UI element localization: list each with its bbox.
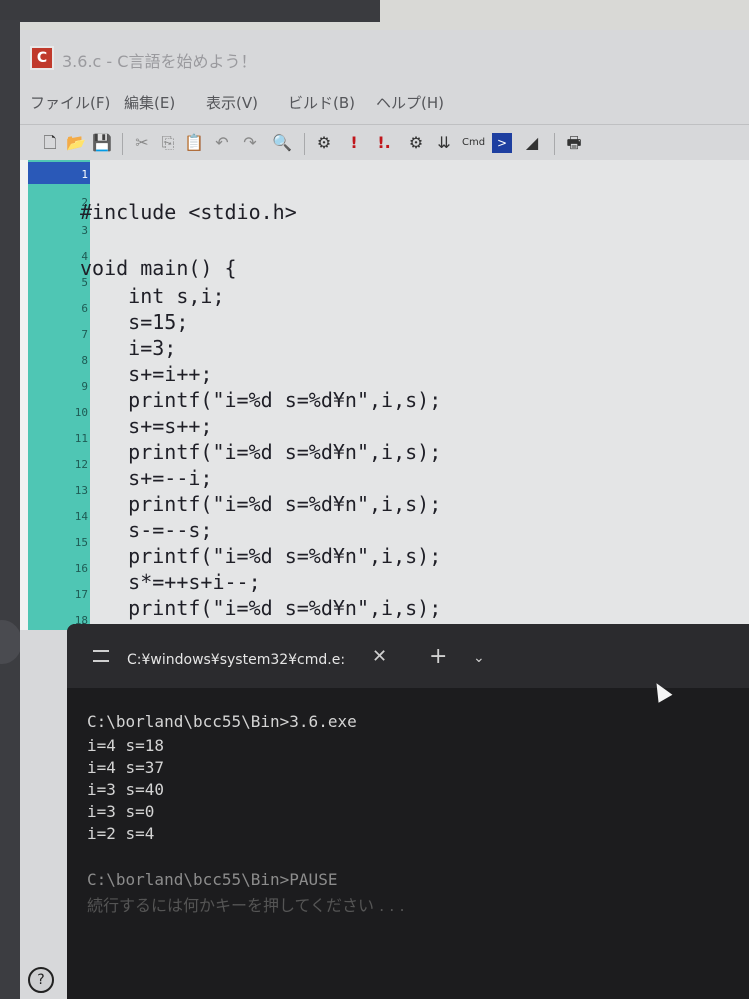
find-icon[interactable]: 🔍 bbox=[272, 133, 292, 153]
run-icon[interactable]: ! bbox=[344, 133, 364, 153]
code-line[interactable]: s+=s++; bbox=[80, 414, 212, 438]
app-icon[interactable]: C bbox=[30, 46, 54, 70]
console-line: C:\borland\bcc55\Bin>3.6.exe bbox=[87, 712, 357, 731]
line-number: 11 bbox=[74, 432, 88, 445]
new-file-icon[interactable]: 🗋 bbox=[40, 133, 60, 153]
compile-icon[interactable]: ⚙ bbox=[314, 133, 334, 153]
print-icon[interactable]: 🖶 bbox=[564, 133, 584, 153]
new-tab-icon[interactable]: + bbox=[429, 644, 447, 669]
photo-dark-strip bbox=[0, 0, 380, 22]
console-line: i=2 s=4 bbox=[87, 824, 155, 843]
menu-help[interactable]: ヘルプ(H) bbox=[376, 92, 444, 113]
terminal-tab-icon bbox=[93, 650, 109, 662]
console-line: i=3 s=0 bbox=[87, 802, 155, 821]
toolbar-separator bbox=[122, 133, 123, 155]
code-line[interactable]: int s,i; bbox=[80, 284, 224, 308]
menu-edit[interactable]: 編集(E) bbox=[124, 92, 175, 113]
console-line: i=3 s=40 bbox=[87, 780, 165, 799]
line-number: 14 bbox=[74, 510, 88, 523]
cmd-icon[interactable]: Cmd bbox=[462, 133, 485, 153]
line-number: 15 bbox=[74, 536, 88, 549]
toolbar-separator bbox=[554, 133, 555, 155]
cut-icon[interactable]: ✂ bbox=[132, 133, 152, 153]
undo-icon[interactable]: ↶ bbox=[212, 133, 232, 153]
code-line[interactable]: printf("i=%d s=%d¥n",i,s); bbox=[80, 388, 441, 412]
code-line[interactable]: #include <stdio.h> bbox=[80, 200, 297, 224]
code-line[interactable]: s+=--i; bbox=[80, 466, 212, 490]
line-number: 7 bbox=[81, 328, 88, 341]
line-number: 3 bbox=[81, 224, 88, 237]
chevron-down-icon[interactable]: ⌄ bbox=[473, 650, 485, 666]
code-line[interactable]: s*=++s+i--; bbox=[80, 570, 260, 594]
line-number: 9 bbox=[81, 380, 88, 393]
paste-icon[interactable]: 📋 bbox=[184, 133, 204, 153]
stack-icon[interactable]: ⚙ bbox=[406, 133, 426, 153]
close-icon[interactable]: ✕ bbox=[372, 646, 387, 667]
console-line: i=4 s=18 bbox=[87, 736, 165, 755]
menu-build[interactable]: ビルド(B) bbox=[288, 92, 355, 113]
line-number: 5 bbox=[81, 276, 88, 289]
title-bar: C 3.6.c - C言語を始めよう！ bbox=[20, 42, 749, 78]
code-line[interactable]: s=15; bbox=[80, 310, 188, 334]
monitor-bezel bbox=[0, 20, 20, 999]
menu-file[interactable]: ファイル(F) bbox=[30, 92, 110, 113]
console-line: 続行するには何かキーを押してください . . . bbox=[87, 896, 405, 915]
line-number: 6 bbox=[81, 302, 88, 315]
toolbar-separator bbox=[304, 133, 305, 155]
console-tab-title[interactable]: C:¥windows¥system32¥cmd.e: bbox=[127, 652, 345, 668]
code-line[interactable]: s+=i++; bbox=[80, 362, 212, 386]
line-number: 16 bbox=[74, 562, 88, 575]
terminal-icon[interactable]: > bbox=[492, 133, 512, 153]
line-number: 10 bbox=[74, 406, 88, 419]
code-line[interactable]: i=3; bbox=[80, 336, 176, 360]
window-title: 3.6.c - C言語を始めよう！ bbox=[62, 52, 257, 71]
line-number: 1 bbox=[81, 168, 88, 181]
build-options-icon[interactable]: ◢ bbox=[522, 133, 542, 153]
console-line: i=4 s=37 bbox=[87, 758, 165, 777]
build-run-icon[interactable]: !. bbox=[374, 133, 394, 153]
menu-bar: ファイル(F) 編集(E) 表示(V) ビルド(B) ヘルプ(H) bbox=[20, 88, 749, 118]
line-number: 4 bbox=[81, 250, 88, 263]
code-line[interactable]: printf("i=%d s=%d¥n",i,s); bbox=[80, 544, 441, 568]
line-number: 17 bbox=[74, 588, 88, 601]
code-line[interactable]: s-=--s; bbox=[80, 518, 212, 542]
line-number: 13 bbox=[74, 484, 88, 497]
redo-icon[interactable]: ↷ bbox=[240, 133, 260, 153]
save-icon[interactable]: 💾 bbox=[92, 133, 112, 153]
gutter-edge bbox=[20, 160, 28, 630]
copy-icon[interactable]: ⎘ bbox=[158, 133, 178, 153]
cmd-console-window: C:¥windows¥system32¥cmd.e: ✕ + ⌄ C:\borl… bbox=[67, 624, 749, 999]
line-number: 12 bbox=[74, 458, 88, 471]
console-tab-bar: C:¥windows¥system32¥cmd.e: ✕ + ⌄ bbox=[67, 624, 749, 688]
open-folder-icon[interactable]: 📂 bbox=[66, 133, 86, 153]
line-number: 8 bbox=[81, 354, 88, 367]
download-icon[interactable]: ⇊ bbox=[434, 133, 454, 153]
help-icon[interactable]: ? bbox=[28, 967, 54, 993]
code-line[interactable]: printf("i=%d s=%d¥n",i,s); bbox=[80, 596, 441, 620]
console-line: C:\borland\bcc55\Bin>PAUSE bbox=[87, 870, 338, 889]
code-line[interactable]: printf("i=%d s=%d¥n",i,s); bbox=[80, 440, 441, 464]
toolbar: 🗋 📂 💾 ✂ ⎘ 📋 ↶ ↷ 🔍 ⚙ ! !. ⚙ ⇊ Cmd > ◢ 🖶 bbox=[20, 124, 749, 163]
code-line[interactable]: void main() { bbox=[80, 256, 237, 280]
code-editor[interactable]: 1 2 3 4 5 6 7 8 9 10 11 12 13 14 15 16 1… bbox=[20, 160, 749, 644]
line-number: 2 bbox=[81, 196, 88, 209]
menu-view[interactable]: 表示(V) bbox=[206, 92, 258, 113]
code-line[interactable]: printf("i=%d s=%d¥n",i,s); bbox=[80, 492, 441, 516]
